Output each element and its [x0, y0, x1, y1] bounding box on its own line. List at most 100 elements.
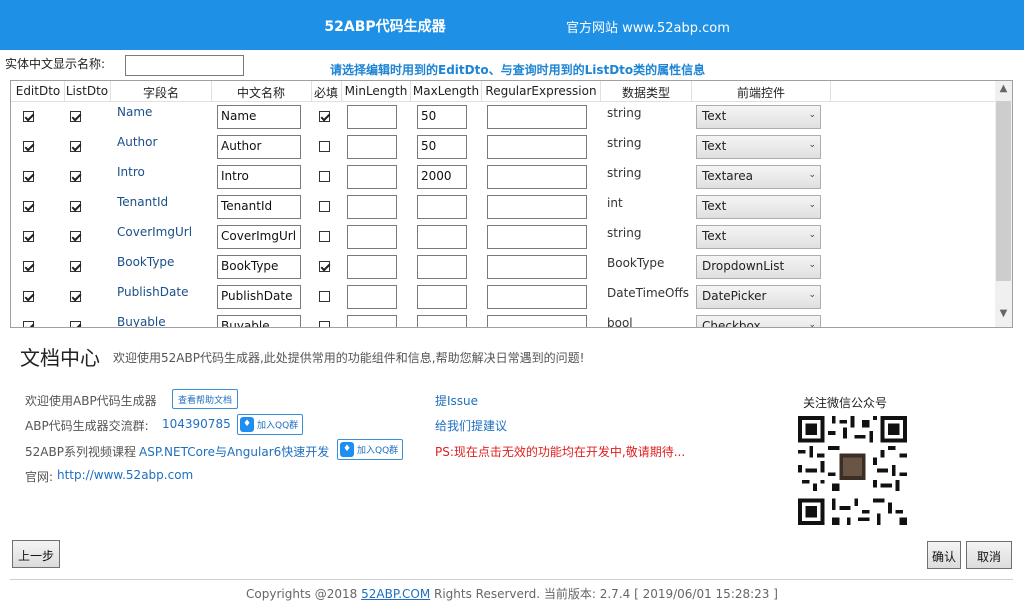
group-number[interactable]: 104390785: [162, 417, 231, 431]
minlength-input[interactable]: [347, 255, 397, 279]
maxlength-input[interactable]: [417, 255, 467, 279]
data-type: int: [607, 196, 623, 210]
site-link[interactable]: http://www.52abp.com: [57, 468, 193, 482]
issue-link[interactable]: 提Issue: [435, 392, 478, 409]
scroll-thumb[interactable]: [996, 101, 1011, 281]
regex-input[interactable]: [487, 165, 587, 189]
editdto-checkbox[interactable]: [23, 141, 34, 152]
maxlength-input[interactable]: [417, 315, 467, 327]
chevron-down-icon: ⌄: [808, 200, 816, 210]
confirm-button[interactable]: 确认: [927, 541, 961, 569]
required-checkbox[interactable]: [319, 201, 330, 212]
listdto-checkbox[interactable]: [70, 111, 81, 122]
cn-name-input[interactable]: Buyable: [217, 315, 301, 327]
website-link[interactable]: 官方网站 www.52abp.com: [566, 17, 730, 36]
col-required: 必填: [313, 86, 338, 100]
maxlength-input[interactable]: [417, 285, 467, 309]
control-select[interactable]: Checkbox ⌄: [696, 315, 821, 328]
minlength-input[interactable]: [347, 135, 397, 159]
control-select[interactable]: Text ⌄: [696, 225, 821, 249]
chevron-down-icon: ⌄: [808, 140, 816, 150]
cn-name-input[interactable]: BookType: [217, 255, 301, 279]
help-doc-button[interactable]: 查看帮助文档: [172, 389, 239, 409]
minlength-input[interactable]: [347, 225, 397, 249]
table-row: TenantId TenantId int Text ⌄: [11, 191, 996, 221]
col-control: 前端控件: [736, 86, 785, 100]
cn-name-input[interactable]: TenantId: [217, 195, 301, 219]
listdto-checkbox[interactable]: [70, 171, 81, 182]
table-row: PublishDate PublishDate DateTimeOffs DatePi…: [11, 281, 996, 311]
qq-icon: ♦: [240, 417, 254, 432]
minlength-input[interactable]: [347, 105, 397, 129]
cn-name-input[interactable]: Author: [217, 135, 301, 159]
control-select[interactable]: Text ⌄: [696, 135, 821, 159]
field-name: Author: [117, 135, 158, 149]
listdto-checkbox[interactable]: [70, 231, 81, 242]
required-checkbox[interactable]: [319, 321, 330, 327]
control-select[interactable]: DatePicker ⌄: [696, 285, 821, 309]
required-checkbox[interactable]: [319, 231, 330, 242]
cn-name-input[interactable]: Intro: [217, 165, 301, 189]
required-checkbox[interactable]: [319, 141, 330, 152]
control-select[interactable]: Textarea ⌄: [696, 165, 821, 189]
field-name: TenantId: [117, 195, 169, 209]
wechat-qr-code: [798, 416, 907, 525]
maxlength-input[interactable]: 50: [417, 135, 467, 159]
regex-input[interactable]: [487, 195, 587, 219]
editdto-checkbox[interactable]: [23, 321, 34, 327]
editdto-checkbox[interactable]: [23, 171, 34, 182]
group-label: ABP代码生成器交流群:: [25, 419, 149, 433]
editdto-checkbox[interactable]: [23, 231, 34, 242]
regex-input[interactable]: [487, 105, 587, 129]
chevron-down-icon: ⌄: [808, 320, 816, 328]
regex-input[interactable]: [487, 225, 587, 249]
listdto-checkbox[interactable]: [70, 261, 81, 272]
regex-input[interactable]: [487, 315, 587, 327]
editdto-checkbox[interactable]: [23, 201, 34, 212]
cn-name-input[interactable]: PublishDate: [217, 285, 301, 309]
minlength-input[interactable]: [347, 285, 397, 309]
maxlength-input[interactable]: 50: [417, 105, 467, 129]
data-type: bool: [607, 316, 633, 328]
minlength-input[interactable]: [347, 315, 397, 327]
editdto-checkbox[interactable]: [23, 291, 34, 302]
required-checkbox[interactable]: [319, 171, 330, 182]
property-grid: EditDto ListDto 字段名 中文名称 必填 MinLength Ma…: [10, 80, 1013, 328]
cn-name-input[interactable]: Name: [217, 105, 301, 129]
footer-link[interactable]: 52ABP.COM: [361, 587, 430, 601]
control-select[interactable]: Text ⌄: [696, 195, 821, 219]
grid-scrollbar[interactable]: ▲ ▼: [995, 81, 1012, 327]
regex-input[interactable]: [487, 285, 587, 309]
prev-step-button[interactable]: 上一步: [12, 540, 60, 568]
join-qq-button[interactable]: ♦ 加入QQ群: [237, 414, 304, 435]
col-cn-name: 中文名称: [236, 86, 285, 100]
editdto-checkbox[interactable]: [23, 111, 34, 122]
maxlength-input[interactable]: [417, 195, 467, 219]
listdto-checkbox[interactable]: [70, 291, 81, 302]
join-qq-button-2[interactable]: ♦ 加入QQ群: [337, 439, 404, 460]
suggest-link[interactable]: 给我们提建议: [435, 417, 507, 434]
minlength-input[interactable]: [347, 165, 397, 189]
required-checkbox[interactable]: [319, 261, 330, 272]
required-checkbox[interactable]: [319, 111, 330, 122]
course-link[interactable]: ASP.NETCore与Angular6快速开发: [139, 443, 329, 460]
maxlength-input[interactable]: 2000: [417, 165, 467, 189]
listdto-checkbox[interactable]: [70, 321, 81, 327]
scroll-up-icon[interactable]: ▲: [995, 83, 1012, 100]
required-checkbox[interactable]: [319, 291, 330, 302]
maxlength-input[interactable]: [417, 225, 467, 249]
listdto-checkbox[interactable]: [70, 141, 81, 152]
minlength-input[interactable]: [347, 195, 397, 219]
regex-input[interactable]: [487, 255, 587, 279]
regex-input[interactable]: [487, 135, 587, 159]
control-select[interactable]: Text ⌄: [696, 105, 821, 129]
cn-name-input[interactable]: CoverImgUrl: [217, 225, 301, 249]
field-name: Intro: [117, 165, 145, 179]
data-type: string: [607, 166, 642, 180]
scroll-down-icon[interactable]: ▼: [995, 308, 1012, 325]
cancel-button[interactable]: 取消: [966, 541, 1012, 569]
listdto-checkbox[interactable]: [70, 201, 81, 212]
editdto-checkbox[interactable]: [23, 261, 34, 272]
control-select[interactable]: DropdownList ⌄: [696, 255, 821, 279]
entity-name-input[interactable]: [125, 55, 244, 76]
